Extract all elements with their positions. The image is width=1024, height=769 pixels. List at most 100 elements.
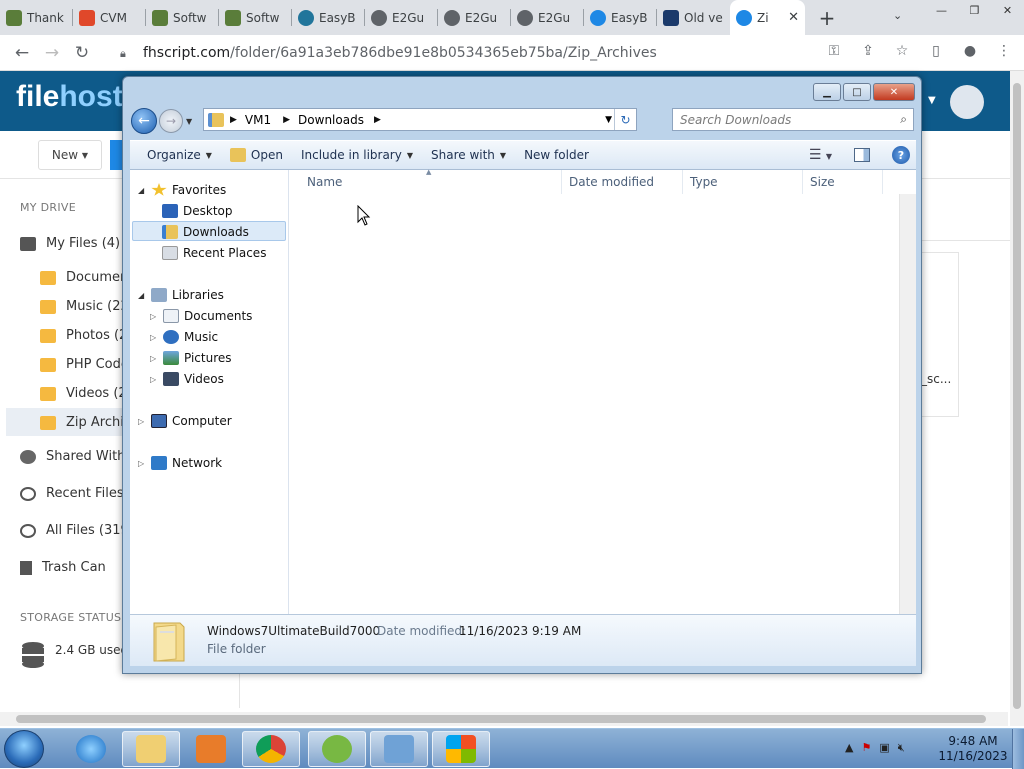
forward-arrow-icon[interactable]: → xyxy=(159,109,183,133)
open-button[interactable]: Open xyxy=(221,142,292,168)
nav-item-favorites[interactable]: ◢ Favorites xyxy=(138,183,226,197)
include-in-library-button[interactable]: Include in library ▼ xyxy=(292,142,422,168)
column-header-size[interactable]: Size xyxy=(803,170,883,194)
taskbar-explorer-button[interactable] xyxy=(122,731,180,767)
new-button[interactable]: New ▼ xyxy=(38,140,102,170)
browser-tab[interactable]: EasyB xyxy=(584,0,657,35)
collapsed-icon[interactable]: ▷ xyxy=(150,375,158,384)
browser-tab[interactable]: Thank xyxy=(0,0,73,35)
nav-item-pictures[interactable]: ▷ Pictures xyxy=(150,351,232,365)
nav-item-downloads[interactable]: Downloads xyxy=(162,225,249,239)
browser-tab[interactable]: E2Gu xyxy=(438,0,511,35)
share-icon[interactable]: ⇪ xyxy=(856,39,880,63)
maximize-icon[interactable]: □ xyxy=(843,83,871,101)
taskbar-media-player-button[interactable] xyxy=(182,731,240,767)
reload-icon[interactable]: ↻ xyxy=(67,38,97,68)
search-input[interactable]: Search Downloads ⌕ xyxy=(672,108,914,131)
show-hidden-icons-icon[interactable]: ▲ xyxy=(845,741,853,755)
browser-tab[interactable]: Softw xyxy=(219,0,292,35)
nav-item-desktop[interactable]: Desktop xyxy=(162,204,233,218)
expanded-icon[interactable]: ◢ xyxy=(138,291,146,300)
system-clock[interactable]: 9:48 AM 11/16/2023 xyxy=(938,734,1008,764)
refresh-icon[interactable]: ↻ xyxy=(614,109,636,130)
network-status-icon[interactable]: ▣ xyxy=(879,741,889,755)
nav-item-computer[interactable]: ▷ Computer xyxy=(138,414,232,428)
show-desktop-button[interactable] xyxy=(1012,729,1024,769)
side-panel-icon[interactable]: ▯ xyxy=(924,39,948,63)
taskbar-ie-button[interactable] xyxy=(62,731,120,767)
nav-item-documents[interactable]: ▷ Documents xyxy=(150,309,252,323)
expanded-icon[interactable]: ◢ xyxy=(138,186,146,195)
breadcrumb-item[interactable]: VM1 xyxy=(245,113,271,127)
nav-item-recent-places[interactable]: Recent Places xyxy=(162,246,266,260)
menu-icon[interactable]: ⋮ xyxy=(992,39,1016,63)
site-logo[interactable]: filehost xyxy=(16,80,123,114)
file-list[interactable]: ▲ Name Date modified Type Size xyxy=(290,168,916,614)
start-button[interactable] xyxy=(4,730,44,768)
organize-button[interactable]: Organize ▼ xyxy=(138,142,221,168)
collapsed-icon[interactable]: ▷ xyxy=(138,459,146,468)
browser-tab[interactable]: EasyB xyxy=(292,0,365,35)
nav-item-music[interactable]: ▷ Music xyxy=(150,330,218,344)
history-dropdown-icon[interactable]: ▼ xyxy=(186,117,192,126)
avatar[interactable] xyxy=(950,85,984,119)
tab-search-icon[interactable]: ⌄ xyxy=(893,9,902,22)
file-list-scrollbar[interactable] xyxy=(899,194,916,614)
column-header-name[interactable]: ▲ Name xyxy=(290,168,562,194)
chevron-down-icon[interactable]: ▼ xyxy=(928,95,936,106)
sidebar-folder[interactable]: Music (22) xyxy=(40,299,134,314)
horizontal-scrollbar[interactable] xyxy=(0,712,1008,726)
action-center-icon[interactable]: ⚑ xyxy=(861,741,871,755)
browser-tab[interactable]: Old ve xyxy=(657,0,730,35)
collapsed-icon[interactable]: ▷ xyxy=(150,333,158,342)
collapsed-icon[interactable]: ▷ xyxy=(150,354,158,363)
back-icon[interactable]: ← xyxy=(7,38,37,68)
sidebar-item-all-files[interactable]: All Files (319) xyxy=(20,523,134,538)
column-header-date[interactable]: Date modified xyxy=(562,170,683,194)
new-tab-button[interactable]: + xyxy=(811,2,843,34)
preview-pane-icon[interactable] xyxy=(854,148,870,162)
browser-tab[interactable]: Softw xyxy=(146,0,219,35)
close-tab-icon[interactable]: ✕ xyxy=(788,10,799,25)
back-arrow-icon[interactable]: ← xyxy=(131,108,157,134)
minimize-icon[interactable]: ▁ xyxy=(813,83,841,101)
nav-item-videos[interactable]: ▷ Videos xyxy=(150,372,224,386)
minimize-icon[interactable]: — xyxy=(925,0,958,20)
chevron-right-icon[interactable]: ▶ xyxy=(283,115,290,125)
address-dropdown-icon[interactable]: ▼ xyxy=(605,115,612,125)
column-header-type[interactable]: Type xyxy=(683,170,803,194)
profile-icon[interactable]: ● xyxy=(958,39,982,63)
key-icon[interactable]: ⚿ xyxy=(822,39,846,63)
taskbar-windows-button[interactable] xyxy=(432,731,490,767)
chevron-right-icon[interactable]: ▶ xyxy=(374,115,381,125)
close-icon[interactable]: ✕ xyxy=(873,83,915,101)
taskbar-utorrent-button[interactable] xyxy=(308,731,366,767)
share-with-button[interactable]: Share with ▼ xyxy=(422,142,515,168)
taskbar-network-button[interactable] xyxy=(370,731,428,767)
sidebar-item-my-files[interactable]: My Files (4) xyxy=(20,236,120,251)
sidebar-item-recent[interactable]: Recent Files xyxy=(20,486,124,501)
browser-tab[interactable]: CVM xyxy=(73,0,146,35)
sidebar-folder[interactable]: PHP Code xyxy=(40,357,129,372)
volume-muted-icon[interactable]: 🔇︎ xyxy=(898,741,905,755)
vertical-scrollbar[interactable] xyxy=(1010,71,1024,726)
address-bar[interactable]: 🔒︎ fhscript.com/folder/6a91a3eb786dbe91e… xyxy=(108,39,820,67)
nav-item-libraries[interactable]: ◢ Libraries xyxy=(138,288,224,302)
nav-item-network[interactable]: ▷ Network xyxy=(138,456,222,470)
address-breadcrumb[interactable]: ▶ VM1 ▶ Downloads ▶ ▼ ↻ xyxy=(203,108,637,131)
browser-tab-active[interactable]: Zi ✕ xyxy=(730,0,805,35)
browser-tab[interactable]: E2Gu xyxy=(365,0,438,35)
close-icon[interactable]: ✕ xyxy=(991,0,1024,20)
collapsed-icon[interactable]: ▷ xyxy=(138,417,146,426)
browser-tab[interactable]: E2Gu xyxy=(511,0,584,35)
sidebar-folder[interactable]: Document xyxy=(40,270,133,285)
collapsed-icon[interactable]: ▷ xyxy=(150,312,158,321)
bookmark-star-icon[interactable]: ☆ xyxy=(890,39,914,63)
forward-icon[interactable]: → xyxy=(37,38,67,68)
view-options-icon[interactable]: ☰ ▼ xyxy=(809,147,832,163)
taskbar-chrome-button[interactable] xyxy=(242,731,300,767)
chevron-right-icon[interactable]: ▶ xyxy=(230,115,237,125)
restore-icon[interactable]: ❐ xyxy=(958,0,991,20)
help-icon[interactable]: ? xyxy=(892,146,910,164)
new-folder-button[interactable]: New folder xyxy=(515,142,598,168)
